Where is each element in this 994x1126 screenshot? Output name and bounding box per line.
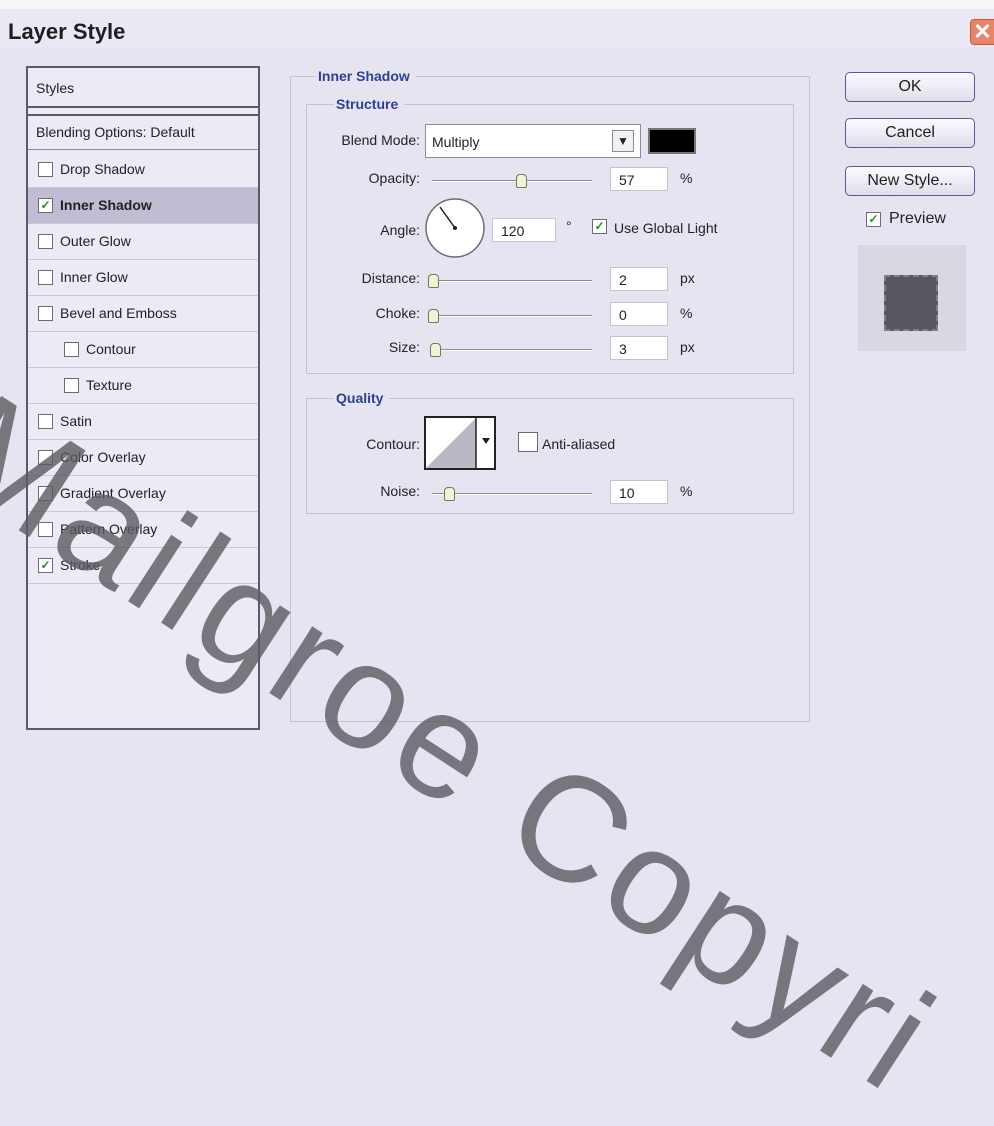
style-item-label: Texture [86,377,132,393]
title-bar: Layer Style ✕ [0,9,994,47]
anti-aliased-label: Anti-aliased [542,436,616,452]
style-item-stroke[interactable]: ✓ Stroke [28,548,258,584]
size-field[interactable]: 3 [610,336,668,360]
style-checkbox[interactable]: ✓ [38,558,53,573]
angle-unit: ° [566,218,572,234]
window-title: Layer Style [8,19,126,44]
opacity-label: Opacity: [368,170,420,186]
blending-options-item[interactable]: Blending Options: Default [28,114,258,150]
new-style-button[interactable]: New Style... [845,166,975,196]
style-item-color-overlay[interactable]: Color Overlay [28,440,258,476]
style-item-label: Satin [60,413,92,429]
choke-label: Choke: [375,305,420,321]
size-slider-thumb[interactable] [430,343,441,357]
style-checkbox[interactable] [64,378,79,393]
size-unit: px [680,339,695,355]
noise-slider-track[interactable] [432,493,592,495]
style-item-label: Contour [86,341,136,357]
blend-mode-select[interactable]: Multiply [425,124,641,158]
style-item-satin[interactable]: Satin [28,404,258,440]
styles-list-header[interactable]: Styles [28,68,258,108]
style-item-pattern-overlay[interactable]: Pattern Overlay [28,512,258,548]
style-item-contour[interactable]: Contour [28,332,258,368]
choke-slider-thumb[interactable] [428,309,439,323]
style-checkbox[interactable] [38,234,53,249]
preview-thumbnail [858,245,966,351]
inner-shadow-title: Inner Shadow [316,68,416,84]
style-item-label: Color Overlay [60,449,146,465]
blend-mode-dropdown-icon[interactable]: ▼ [612,130,634,152]
structure-title: Structure [334,96,405,112]
use-global-light-label: Use Global Light [614,220,718,236]
choke-slider-track[interactable] [432,315,592,317]
size-slider-track[interactable] [432,349,592,351]
opacity-field[interactable]: 57 [610,167,668,191]
choke-field[interactable]: 0 [610,302,668,326]
quality-title: Quality [334,390,390,406]
style-item-drop-shadow[interactable]: Drop Shadow [28,152,258,188]
window-top-edge [0,0,994,9]
style-checkbox[interactable] [38,414,53,429]
opacity-slider-track[interactable] [432,180,592,182]
style-checkbox[interactable] [64,342,79,357]
use-global-light-checkbox[interactable]: ✓ [592,219,607,234]
style-checkbox[interactable] [38,486,53,501]
style-item-gradient-overlay[interactable]: Gradient Overlay [28,476,258,512]
noise-unit: % [680,483,693,499]
blend-mode-value: Multiply [432,134,480,150]
size-label: Size: [388,339,420,355]
preview-checkbox[interactable]: ✓ [866,212,881,227]
distance-label: Distance: [361,270,420,286]
preview-label: Preview [889,210,946,227]
opacity-unit: % [680,170,693,186]
style-checkbox[interactable]: ✓ [38,198,53,213]
ok-button[interactable]: OK [845,72,975,102]
distance-field[interactable]: 2 [610,267,668,291]
cancel-button[interactable]: Cancel [845,118,975,148]
distance-slider-track[interactable] [432,280,592,282]
blend-mode-label: Blend Mode: [341,132,420,148]
style-checkbox[interactable] [38,162,53,177]
close-button[interactable]: ✕ [970,19,994,45]
distance-unit: px [680,270,695,286]
style-item-label: Inner Shadow [60,197,152,213]
noise-field[interactable]: 10 [610,480,668,504]
shadow-color-swatch[interactable] [648,128,696,154]
style-item-label: Drop Shadow [60,161,145,177]
style-item-inner-shadow[interactable]: ✓ Inner Shadow [28,188,258,224]
noise-slider-thumb[interactable] [444,487,455,501]
preview-square [884,275,938,331]
style-checkbox[interactable] [38,522,53,537]
style-item-label: Bevel and Emboss [60,305,177,321]
opacity-slider-thumb[interactable] [516,174,527,188]
style-checkbox[interactable] [38,306,53,321]
noise-label: Noise: [380,483,420,499]
distance-slider-thumb[interactable] [428,274,439,288]
style-item-inner-glow[interactable]: Inner Glow [28,260,258,296]
style-checkbox[interactable] [38,450,53,465]
contour-label: Contour: [366,436,420,452]
style-item-label: Pattern Overlay [60,521,158,537]
style-item-outer-glow[interactable]: Outer Glow [28,224,258,260]
style-checkbox[interactable] [38,270,53,285]
choke-unit: % [680,305,693,321]
styles-list: Styles Blending Options: Default Drop Sh… [26,66,260,730]
angle-label: Angle: [380,222,420,238]
style-item-label: Outer Glow [60,233,131,249]
angle-dial[interactable] [424,197,486,259]
anti-aliased-checkbox[interactable] [518,432,538,452]
angle-field[interactable]: 120 [492,218,556,242]
checkmark-icon: ✓ [40,558,51,572]
style-item-texture[interactable]: Texture [28,368,258,404]
contour-picker[interactable] [424,416,496,470]
checkmark-icon: ✓ [40,198,51,212]
style-item-label: Inner Glow [60,269,128,285]
style-item-bevel-and-emboss[interactable]: Bevel and Emboss [28,296,258,332]
style-item-label: Gradient Overlay [60,485,166,501]
style-item-label: Stroke [60,557,101,573]
